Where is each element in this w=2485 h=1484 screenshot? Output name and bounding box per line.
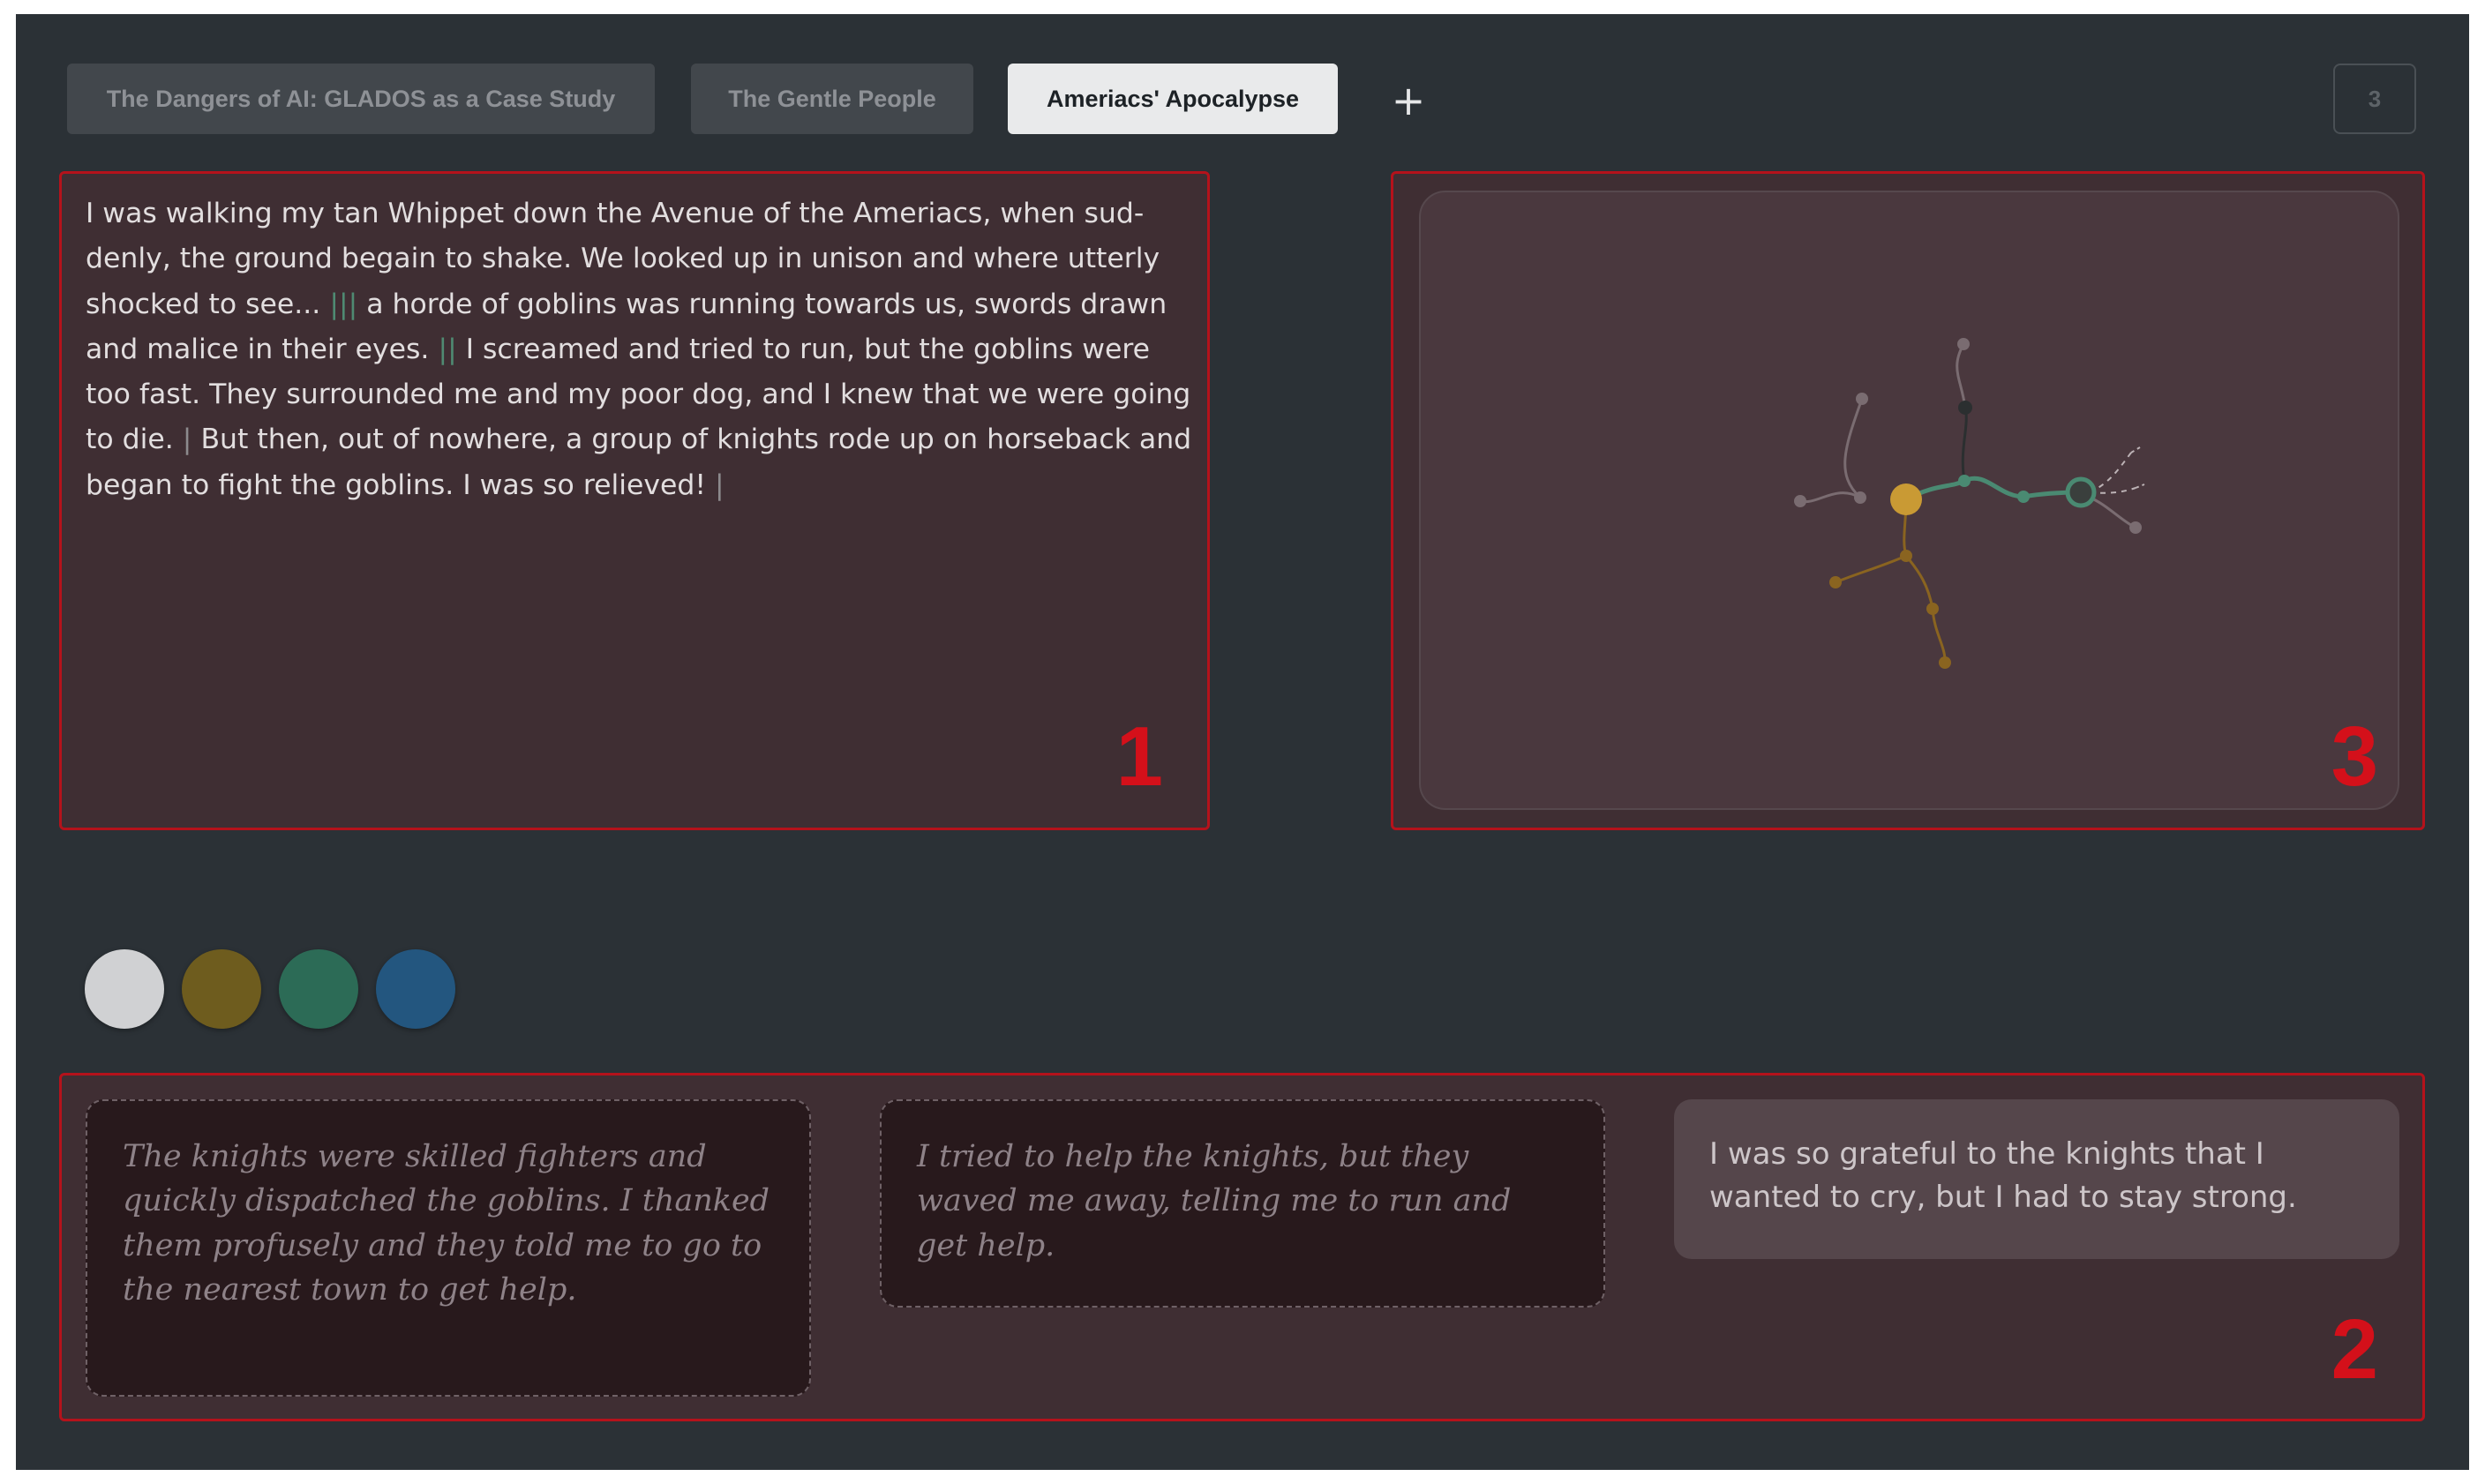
choices-panel: The knights were skilled fighters and qu… bbox=[59, 1073, 2425, 1421]
tree-edge-pending bbox=[2089, 452, 2132, 493]
tree-edge bbox=[1961, 407, 1968, 482]
panel-number-3: 3 bbox=[2331, 709, 2378, 804]
story-tree-card bbox=[1419, 191, 2399, 810]
tree-node[interactable] bbox=[1957, 338, 1970, 350]
tree-edge bbox=[1956, 343, 1967, 408]
tab-gentle-people[interactable]: The Gentle People bbox=[691, 64, 973, 134]
segment-separator[interactable]: ||| bbox=[329, 289, 357, 320]
tree-edge bbox=[1963, 476, 2024, 499]
tree-edge bbox=[1835, 554, 1907, 584]
story-tree-graph[interactable] bbox=[1421, 192, 2401, 812]
tree-node[interactable] bbox=[1794, 495, 1806, 507]
tree-edge bbox=[1904, 555, 1934, 610]
tree-node-root[interactable] bbox=[1890, 483, 1922, 515]
tree-node[interactable] bbox=[1856, 393, 1868, 405]
blue-dot[interactable] bbox=[376, 949, 455, 1029]
add-tab-button[interactable]: + bbox=[1384, 76, 1433, 125]
story-segment[interactable]: But then, out of nowhere, a group of kni… bbox=[86, 423, 1191, 500]
panel-number-1: 1 bbox=[1115, 709, 1163, 804]
tree-edge bbox=[1843, 398, 1864, 499]
tree-panel: 3 bbox=[1391, 171, 2425, 830]
tree-edge bbox=[1799, 491, 1861, 504]
gold-dot[interactable] bbox=[182, 949, 261, 1029]
segment-separator[interactable]: | bbox=[715, 469, 724, 501]
choice-card-1[interactable]: The knights were skilled fighters and qu… bbox=[86, 1099, 811, 1397]
tree-node[interactable] bbox=[2017, 491, 2030, 503]
tree-node[interactable] bbox=[1829, 576, 1842, 588]
tree-node[interactable] bbox=[1926, 603, 1939, 615]
choice-card-3[interactable]: I was so grateful to the knights that I … bbox=[1674, 1099, 2399, 1259]
tree-edge bbox=[1931, 608, 1947, 663]
segment-separator[interactable]: || bbox=[438, 334, 456, 365]
tree-node[interactable] bbox=[1958, 401, 1972, 415]
tab-ameriacs-apocalypse[interactable]: Ameriacs' Apocalypse bbox=[1008, 64, 1338, 134]
choice-card-2[interactable]: I tried to help the knights, but they wa… bbox=[880, 1099, 1605, 1308]
tree-node[interactable] bbox=[2129, 521, 2142, 534]
green-dot[interactable] bbox=[279, 949, 358, 1029]
panel-number-2: 2 bbox=[2331, 1302, 2378, 1397]
tree-edge-pending bbox=[2130, 446, 2145, 489]
story-text[interactable]: I was walking my tan Whippet down the Av… bbox=[86, 191, 1193, 508]
tree-edge-pending bbox=[2089, 487, 2136, 494]
tree-node[interactable] bbox=[1958, 475, 1971, 487]
segment-separator[interactable]: | bbox=[183, 423, 192, 455]
app-window: The Dangers of AI: GLADOS as a Case Stud… bbox=[16, 14, 2469, 1470]
tree-node[interactable] bbox=[1939, 656, 1951, 669]
tab-dangers-of-ai[interactable]: The Dangers of AI: GLADOS as a Case Stud… bbox=[67, 64, 655, 134]
story-panel[interactable]: I was walking my tan Whippet down the Av… bbox=[59, 171, 1210, 830]
white-dot[interactable] bbox=[85, 949, 164, 1029]
tree-node[interactable] bbox=[1900, 550, 1912, 562]
tree-node[interactable] bbox=[1854, 491, 1866, 504]
tree-node-current[interactable] bbox=[2065, 476, 2097, 508]
page-counter[interactable]: 3 bbox=[2333, 64, 2416, 134]
